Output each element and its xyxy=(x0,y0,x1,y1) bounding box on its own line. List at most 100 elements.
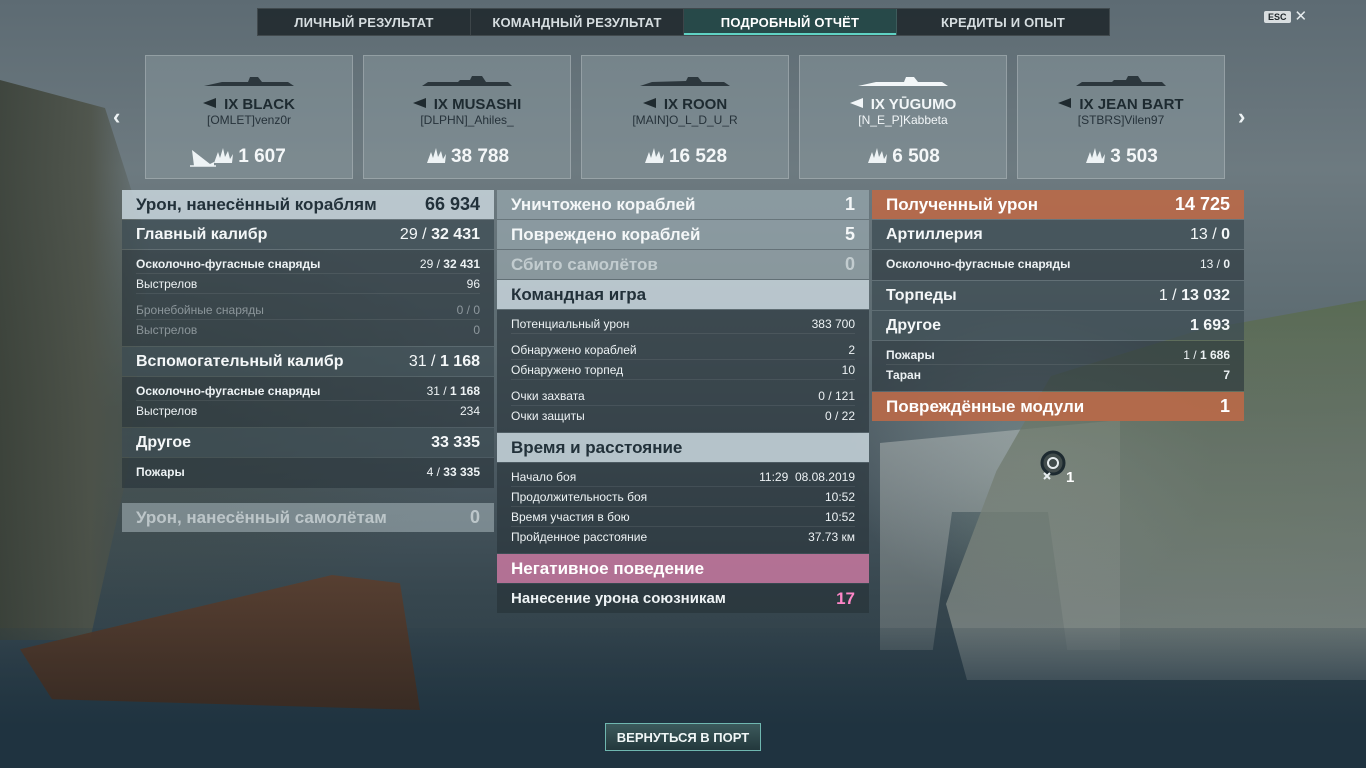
main-battery-details: Осколочно-фугасные снаряды 29 / 32 431 В… xyxy=(122,250,494,346)
destroyed-ships-label: Уничтожено кораблей xyxy=(511,194,696,214)
received-fires-hits: 1 xyxy=(1183,347,1190,362)
mb-he-row: Осколочно-фугасные снаряды 29 / 32 431 xyxy=(136,254,480,274)
mb-he-shots-value: 96 xyxy=(466,276,480,291)
participation-time-row: Время участия в бою 10:52 xyxy=(511,507,855,527)
battleship-class-icon xyxy=(412,98,426,108)
battleship-silhouette-icon xyxy=(422,76,512,86)
damage-burst-icon xyxy=(426,148,446,163)
secondary-hits: 31 xyxy=(408,352,427,370)
tab-personal-result[interactable]: ЛИЧНЫЙ РЕЗУЛЬТАТ xyxy=(258,9,471,35)
close-icon: ✕ xyxy=(1294,8,1308,25)
destroyer-silhouette-icon xyxy=(858,77,948,86)
ship-name-label: IX JEAN BART xyxy=(1018,96,1224,113)
ship-card-roon[interactable]: IX ROON [MAIN]O_L_D_U_R 16 528 xyxy=(581,55,789,179)
ship-damage-label: Урон, нанесённый кораблям xyxy=(136,194,377,214)
ram-label: Таран xyxy=(886,368,921,382)
damaged-module-count: 1 xyxy=(1066,469,1075,486)
mb-he-hits: 29 xyxy=(419,256,434,271)
sec-he-value: 31 / 1 168 xyxy=(426,383,480,398)
close-button[interactable]: ESC ✕ xyxy=(1264,8,1308,25)
engine-module-icon xyxy=(1040,450,1066,480)
ship-cards: IX BLACK [OMLET]venz0r 1 607 IX MUSASHI … xyxy=(145,55,1225,179)
destroyer-class-icon xyxy=(849,98,863,108)
ship-name: IX JEAN BART xyxy=(1079,96,1184,113)
ship-card-jean-bart[interactable]: IX JEAN BART [STBRS]Vilen97 3 503 xyxy=(1017,55,1225,179)
torpedoes-total: 13 032 xyxy=(1181,286,1230,304)
main-battery-row: Главный калибр 29 / 32 431 xyxy=(122,220,494,249)
ship-card-black[interactable]: IX BLACK [OMLET]venz0r 1 607 xyxy=(145,55,353,179)
time-distance-header: Время и расстояние xyxy=(497,433,869,462)
received-other-value: 1 693 xyxy=(1190,317,1230,335)
received-fires-value: 1 / 1 686 xyxy=(1183,347,1230,362)
mb-ap-label: Бронебойные снаряды xyxy=(136,302,264,317)
received-fires-row: Пожары 1 / 1 686 xyxy=(886,345,1230,365)
fires-hits: 4 xyxy=(426,465,434,479)
received-other-details: Пожары 1 / 1 686 Таран 7 xyxy=(872,341,1244,391)
damage-dealt-panel: Урон, нанесённый кораблям 66 934 Главный… xyxy=(122,190,494,533)
tab-detailed-report[interactable]: ПОДРОБНЫЙ ОТЧЁТ xyxy=(684,9,897,35)
received-damage-value: 14 725 xyxy=(1174,194,1230,214)
return-to-port-button[interactable]: ВЕРНУТЬСЯ В ПОРТ xyxy=(605,723,761,751)
damage-burst-icon xyxy=(214,148,234,163)
damage-value: 1 607 xyxy=(238,146,286,167)
damaged-ships-label: Повреждено кораблей xyxy=(511,224,701,244)
art-he-label: Осколочно-фугасные снаряды xyxy=(886,257,1071,271)
damage-dealt: 1 607 xyxy=(146,146,352,168)
battle-start-value: 11:29 08.08.2019 xyxy=(759,470,855,484)
sec-he-shots-label: Выстрелов xyxy=(136,404,198,418)
destroyer-silhouette-icon xyxy=(204,77,294,86)
damage-burst-icon xyxy=(1086,148,1106,163)
spotted-torpedoes-row: Обнаружено торпед 10 xyxy=(511,360,855,380)
ship-card-yugumo[interactable]: IX YŪGUMO [N_E_P]Kabbeta 6 508 xyxy=(799,55,1007,179)
battle-start-row: Начало боя 11:29 08.08.2019 xyxy=(511,467,855,487)
art-he-hits: 13 xyxy=(1199,257,1214,271)
planes-shot-value: 0 xyxy=(844,254,855,274)
torpedoes-row: Торпеды 1 / 13 032 xyxy=(872,281,1244,310)
mb-ap-shots-row: Выстрелов 0 xyxy=(136,320,480,340)
fires-label: Пожары xyxy=(136,465,185,479)
sec-he-hits: 31 xyxy=(426,383,440,398)
damaged-module-indicator: 1 xyxy=(1036,449,1088,486)
ship-card-musashi[interactable]: IX MUSASHI [DLPHN]_Ahiles_ 38 788 xyxy=(363,55,571,179)
battle-start-label: Начало боя xyxy=(511,469,577,484)
artillery-label: Артиллерия xyxy=(886,225,983,243)
damage-value: 6 508 xyxy=(892,146,940,167)
team-damage-label: Нанесение урона союзникам xyxy=(511,590,726,607)
ship-name-label: IX MUSASHI xyxy=(364,96,570,113)
ram-value: 7 xyxy=(1223,368,1230,382)
mb-he-label: Осколочно-фугасные снаряды xyxy=(136,256,321,271)
player-name: [DLPHN]_Ahiles_ xyxy=(420,113,514,127)
sec-he-shots-row: Выстрелов 234 xyxy=(136,401,480,421)
damage-dealt: 6 508 xyxy=(800,146,1006,168)
destroyer-class-icon xyxy=(203,98,217,108)
ship-name: IX MUSASHI xyxy=(433,96,522,113)
received-other-label: Другое xyxy=(886,316,941,334)
capture-points-label: Очки захвата xyxy=(511,388,585,403)
sec-he-shots-value: 234 xyxy=(459,404,480,418)
art-he-value: 13 / 0 xyxy=(1199,257,1230,271)
esc-key-label: ESC xyxy=(1264,11,1291,23)
ship-damage-header: Урон, нанесённый кораблям 66 934 xyxy=(122,190,494,219)
other-damage-value: 33 335 xyxy=(431,434,480,452)
capture-points-value: 0 / 121 xyxy=(818,388,855,403)
time-distance-details: Начало боя 11:29 08.08.2019 Продолжитель… xyxy=(497,463,869,553)
damage-dealt: 38 788 xyxy=(364,146,570,168)
previous-ships-arrow-icon[interactable]: ‹ xyxy=(113,104,120,130)
tab-credits-xp[interactable]: КРЕДИТЫ И ОПЫТ xyxy=(897,9,1109,35)
next-ships-arrow-icon[interactable]: › xyxy=(1238,104,1245,130)
damage-dealt: 3 503 xyxy=(1018,146,1224,168)
ram-number: 7 xyxy=(1223,368,1230,382)
fires-value: 4 / 33 335 xyxy=(426,465,480,479)
other-damage-number: 33 335 xyxy=(431,433,480,451)
main-battery-total: 32 431 xyxy=(431,225,480,243)
battleship-silhouette-icon xyxy=(1076,76,1166,86)
received-damage-header: Полученный урон 14 725 xyxy=(872,190,1244,219)
tab-team-result[interactable]: КОМАНДНЫЙ РЕЗУЛЬТАТ xyxy=(471,9,684,35)
damaged-modules-header: Повреждённые модули 1 xyxy=(872,392,1244,421)
other-damage-label: Другое xyxy=(136,433,191,451)
battle-duration-row: Продолжительность боя 10:52 xyxy=(511,487,855,507)
team-play-header: Командная игра xyxy=(497,280,869,309)
damage-dealt: 16 528 xyxy=(582,146,788,168)
battle-start-date: 08.08.2019 xyxy=(794,469,855,484)
artillery-total: 0 xyxy=(1221,225,1230,243)
